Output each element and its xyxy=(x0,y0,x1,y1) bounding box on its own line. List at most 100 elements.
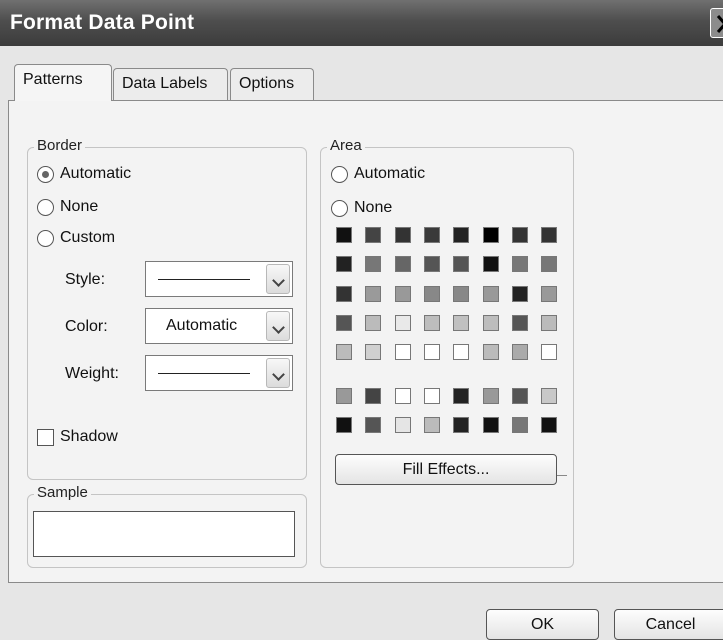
color-swatch[interactable] xyxy=(482,256,499,273)
border-custom-label: Custom xyxy=(60,229,116,246)
color-swatch[interactable] xyxy=(365,227,382,243)
color-swatch[interactable] xyxy=(365,285,382,302)
color-swatch[interactable] xyxy=(541,256,558,273)
radio-icon xyxy=(331,165,348,183)
border-automatic-label: Automatic xyxy=(60,165,132,182)
color-swatch[interactable] xyxy=(336,227,352,243)
color-swatch[interactable] xyxy=(423,344,440,361)
style-line-preview xyxy=(158,279,250,280)
color-swatch[interactable] xyxy=(394,388,411,404)
area-none-radio[interactable]: None xyxy=(331,196,392,220)
color-swatch[interactable] xyxy=(365,388,382,404)
radio-checked-icon xyxy=(37,165,54,183)
color-swatch[interactable] xyxy=(365,314,382,331)
color-swatch[interactable] xyxy=(394,285,411,302)
radio-icon xyxy=(331,199,348,217)
close-button[interactable] xyxy=(710,8,723,38)
color-swatch[interactable] xyxy=(453,314,470,331)
color-swatch[interactable] xyxy=(511,314,528,331)
color-swatch[interactable] xyxy=(482,417,499,434)
chevron-down-icon[interactable] xyxy=(266,264,290,294)
color-swatch[interactable] xyxy=(541,344,558,361)
checkbox-icon xyxy=(37,428,54,446)
color-swatch[interactable] xyxy=(423,256,440,273)
ok-button[interactable]: OK xyxy=(486,609,599,640)
color-swatch[interactable] xyxy=(394,227,411,243)
border-automatic-radio[interactable]: Automatic xyxy=(37,162,131,186)
color-swatch[interactable] xyxy=(365,344,382,361)
color-swatch[interactable] xyxy=(423,227,440,243)
color-swatch[interactable] xyxy=(336,285,352,302)
fill-effects-button[interactable]: Fill Effects... xyxy=(335,454,557,485)
area-none-label: None xyxy=(354,199,393,216)
color-swatch[interactable] xyxy=(336,344,352,361)
color-swatch[interactable] xyxy=(394,314,411,331)
color-swatch[interactable] xyxy=(541,388,558,404)
border-legend: Border xyxy=(34,137,86,154)
sample-legend: Sample xyxy=(34,484,91,501)
patterns-panel: Border Automatic None Custom Style: Colo… xyxy=(8,100,723,583)
color-swatch[interactable] xyxy=(482,344,499,361)
color-swatch[interactable] xyxy=(336,388,352,404)
close-icon xyxy=(716,15,723,33)
shadow-label: Shadow xyxy=(60,428,118,445)
style-label: Style: xyxy=(65,271,106,288)
cancel-button[interactable]: Cancel xyxy=(614,609,723,640)
color-dropdown[interactable]: Automatic xyxy=(145,308,293,344)
color-swatch[interactable] xyxy=(394,256,411,273)
color-swatch[interactable] xyxy=(453,256,470,273)
area-legend: Area xyxy=(327,137,365,154)
color-swatch[interactable] xyxy=(453,388,470,404)
color-swatch[interactable] xyxy=(511,227,528,243)
shadow-checkbox[interactable]: Shadow xyxy=(37,428,118,446)
tab-data-labels[interactable]: Data Labels xyxy=(113,68,228,100)
color-swatch[interactable] xyxy=(423,285,440,302)
color-swatch[interactable] xyxy=(423,314,440,331)
color-swatch[interactable] xyxy=(423,417,440,434)
color-swatch[interactable] xyxy=(482,227,499,243)
border-none-radio[interactable]: None xyxy=(37,195,98,219)
color-swatch[interactable] xyxy=(394,417,411,434)
color-swatch[interactable] xyxy=(511,256,528,273)
style-dropdown[interactable] xyxy=(145,261,293,297)
color-swatch[interactable] xyxy=(365,256,382,273)
color-swatch[interactable] xyxy=(453,344,470,361)
title-bar: Format Data Point xyxy=(0,0,723,46)
color-swatch[interactable] xyxy=(453,417,470,434)
weight-dropdown[interactable] xyxy=(145,355,293,391)
color-swatch[interactable] xyxy=(482,388,499,404)
chevron-down-icon[interactable] xyxy=(266,311,290,341)
color-swatch[interactable] xyxy=(541,285,558,302)
color-swatch[interactable] xyxy=(541,227,558,243)
color-swatch[interactable] xyxy=(453,227,470,243)
radio-icon xyxy=(37,229,54,247)
tab-patterns[interactable]: Patterns xyxy=(14,64,112,101)
color-swatch[interactable] xyxy=(394,344,411,361)
tab-data-labels-label: Data Labels xyxy=(122,75,208,92)
color-swatch[interactable] xyxy=(511,285,528,302)
border-none-label: None xyxy=(60,198,99,215)
area-automatic-radio[interactable]: Automatic xyxy=(331,162,425,186)
color-swatch[interactable] xyxy=(423,388,440,404)
color-swatch[interactable] xyxy=(511,417,528,434)
tab-options[interactable]: Options xyxy=(230,68,314,100)
cancel-label: Cancel xyxy=(645,616,696,633)
color-swatch[interactable] xyxy=(336,314,352,331)
color-swatch[interactable] xyxy=(482,314,499,331)
weight-line-preview xyxy=(158,373,250,374)
color-swatch[interactable] xyxy=(511,388,528,404)
color-swatch[interactable] xyxy=(336,417,352,434)
color-swatch[interactable] xyxy=(541,417,558,434)
color-swatch[interactable] xyxy=(365,417,382,434)
color-swatch[interactable] xyxy=(482,285,499,302)
border-custom-radio[interactable]: Custom xyxy=(37,226,115,250)
window-title: Format Data Point xyxy=(10,11,195,34)
color-value: Automatic xyxy=(166,317,238,334)
chevron-down-icon[interactable] xyxy=(266,358,290,388)
color-swatch[interactable] xyxy=(453,285,470,302)
color-swatch[interactable] xyxy=(511,344,528,361)
color-swatch[interactable] xyxy=(541,314,558,331)
ok-label: OK xyxy=(530,616,555,633)
color-swatch[interactable] xyxy=(336,256,352,273)
weight-label: Weight: xyxy=(65,365,119,382)
